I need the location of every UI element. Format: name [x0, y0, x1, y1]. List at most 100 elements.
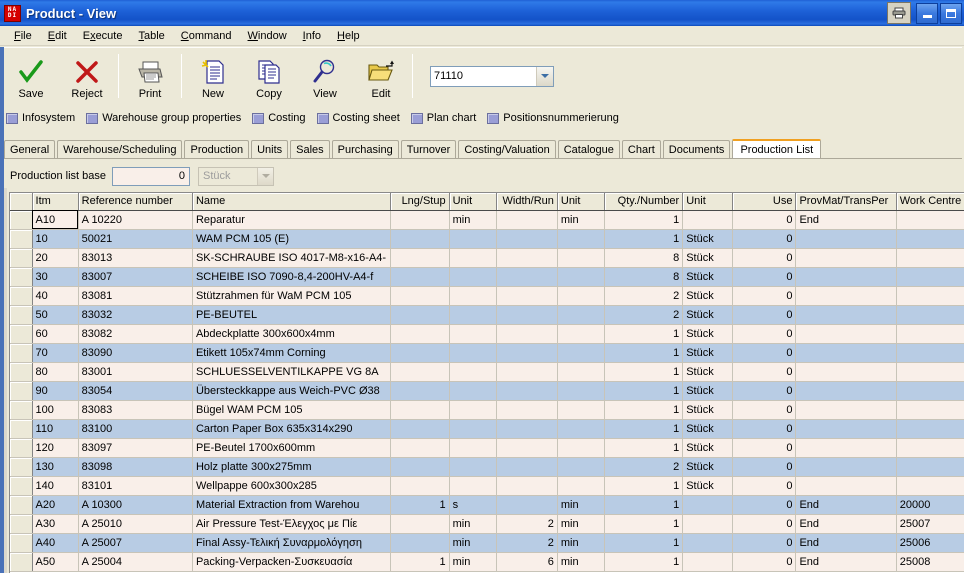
chevron-down-icon[interactable]	[536, 66, 553, 86]
cell-itm[interactable]: A10	[32, 210, 79, 230]
cell-prov[interactable]	[795, 400, 897, 420]
row-selector-cell[interactable]	[10, 514, 33, 534]
cell-use[interactable]: 0	[732, 419, 797, 439]
menu-item-table[interactable]: Table	[130, 28, 172, 44]
cell-unit1[interactable]	[449, 286, 497, 306]
cell-unit3[interactable]: Stück	[682, 476, 734, 496]
cell-prov[interactable]	[795, 419, 897, 439]
cell-unit2[interactable]	[557, 229, 605, 249]
cell-unit1[interactable]	[449, 476, 497, 496]
tab-units[interactable]: Units	[251, 140, 289, 158]
cell-lng[interactable]	[390, 514, 450, 534]
table-row[interactable]: 20 83013 SK-SCHRAUBE ISO 4017-M8-x16-A4- 8 S…	[10, 248, 964, 268]
cell-qty[interactable]: 1	[604, 552, 684, 572]
cell-prov[interactable]: End	[795, 552, 897, 572]
cell-name[interactable]: Reparatur	[192, 210, 392, 230]
cell-wc[interactable]	[896, 343, 964, 363]
cell-unit3[interactable]: Stück	[682, 267, 734, 287]
cell-ref[interactable]: 83083	[78, 400, 193, 420]
cell-qty[interactable]: 2	[604, 457, 684, 477]
cell-unit2[interactable]: min	[557, 552, 605, 572]
row-selector-cell[interactable]	[10, 229, 33, 249]
cell-unit1[interactable]	[449, 324, 497, 344]
cell-width[interactable]	[496, 305, 558, 325]
cell-unit1[interactable]	[449, 419, 497, 439]
cell-lng[interactable]	[390, 533, 450, 553]
cell-wc[interactable]	[896, 419, 964, 439]
cell-width[interactable]	[496, 419, 558, 439]
cell-name[interactable]: SK-SCHRAUBE ISO 4017-M8-x16-A4-	[192, 248, 392, 268]
grid-header-reference-number[interactable]: Reference number	[78, 193, 193, 211]
tab-general[interactable]: General	[4, 140, 56, 158]
cell-unit1[interactable]: min	[449, 210, 497, 230]
cell-use[interactable]: 0	[732, 343, 797, 363]
print-button[interactable]: Print	[122, 50, 178, 102]
menu-item-info[interactable]: Info	[295, 28, 329, 44]
cell-itm[interactable]: 70	[32, 343, 79, 363]
cell-itm[interactable]: 40	[32, 286, 79, 306]
cell-use[interactable]: 0	[732, 267, 797, 287]
cell-width[interactable]	[496, 476, 558, 496]
cell-wc[interactable]: 25008	[896, 552, 964, 572]
cell-unit1[interactable]	[449, 362, 497, 382]
cell-wc[interactable]: 25007	[896, 514, 964, 534]
cell-unit3[interactable]: Stück	[682, 286, 734, 306]
cell-qty[interactable]: 2	[604, 286, 684, 306]
row-selector-cell[interactable]	[10, 400, 33, 420]
cell-unit1[interactable]	[449, 438, 497, 458]
cell-use[interactable]: 0	[732, 438, 797, 458]
table-row[interactable]: 10 50021 WAM PCM 105 (E) 1 Stück 0	[10, 229, 964, 249]
cell-use[interactable]: 0	[732, 362, 797, 382]
cell-unit2[interactable]: min	[557, 210, 605, 230]
cell-unit1[interactable]: min	[449, 514, 497, 534]
module-costing[interactable]: Costing	[252, 112, 306, 124]
table-row[interactable]: 80 83001 SCHLUESSELVENTILKAPPE VG 8A 1 Stück…	[10, 362, 964, 382]
tab-purchasing[interactable]: Purchasing	[331, 140, 399, 158]
cell-prov[interactable]	[795, 286, 897, 306]
row-selector-cell[interactable]	[10, 286, 33, 306]
unit-combo[interactable]: Stück	[198, 166, 274, 186]
cell-name[interactable]: Etikett 105x74mm Corning	[192, 343, 392, 363]
cell-unit1[interactable]	[449, 400, 497, 420]
cell-wc[interactable]	[896, 324, 964, 344]
cell-use[interactable]: 0	[732, 514, 797, 534]
menu-item-edit[interactable]: Edit	[40, 28, 75, 44]
cell-wc[interactable]: 20000	[896, 495, 964, 515]
cell-itm[interactable]: 20	[32, 248, 79, 268]
row-selector-cell[interactable]	[10, 248, 33, 268]
cell-unit2[interactable]	[557, 419, 605, 439]
cell-name[interactable]: Bügel WAM PCM 105	[192, 400, 392, 420]
tab-turnover[interactable]: Turnover	[400, 140, 457, 158]
table-row[interactable]: 100 83083 Bügel WAM PCM 105 1 Stück 0	[10, 400, 964, 420]
cell-lng[interactable]	[390, 267, 450, 287]
cell-width[interactable]	[496, 267, 558, 287]
cell-wc[interactable]	[896, 267, 964, 287]
cell-itm[interactable]: 10	[32, 229, 79, 249]
row-selector-cell[interactable]	[10, 457, 33, 477]
cell-use[interactable]: 0	[732, 229, 797, 249]
cell-qty[interactable]: 1	[604, 438, 684, 458]
tab-production-list[interactable]: Production List	[732, 139, 822, 158]
tab-documents[interactable]: Documents	[662, 140, 731, 158]
grid-header-width-run[interactable]: Width/Run	[496, 193, 558, 211]
tab-warehouse-scheduling[interactable]: Warehouse/Scheduling	[57, 140, 183, 158]
cell-prov[interactable]	[795, 362, 897, 382]
cell-lng[interactable]	[390, 343, 450, 363]
cell-name[interactable]: Final Assy-Τελική Συναρμολόγηση	[192, 533, 392, 553]
cell-name[interactable]: SCHLUESSELVENTILKAPPE VG 8A	[192, 362, 392, 382]
cell-lng[interactable]	[390, 248, 450, 268]
cell-ref[interactable]: 83054	[78, 381, 193, 401]
maximize-icon[interactable]	[940, 2, 962, 24]
cell-width[interactable]	[496, 343, 558, 363]
cell-qty[interactable]: 8	[604, 267, 684, 287]
cell-ref[interactable]: 83090	[78, 343, 193, 363]
cell-width[interactable]	[496, 362, 558, 382]
cell-qty[interactable]: 1	[604, 362, 684, 382]
cell-qty[interactable]: 1	[604, 210, 684, 230]
cell-prov[interactable]	[795, 324, 897, 344]
cell-use[interactable]: 0	[732, 286, 797, 306]
cell-itm[interactable]: A30	[32, 514, 79, 534]
cell-use[interactable]: 0	[732, 324, 797, 344]
cell-ref[interactable]: 83013	[78, 248, 193, 268]
cell-qty[interactable]: 1	[604, 495, 684, 515]
